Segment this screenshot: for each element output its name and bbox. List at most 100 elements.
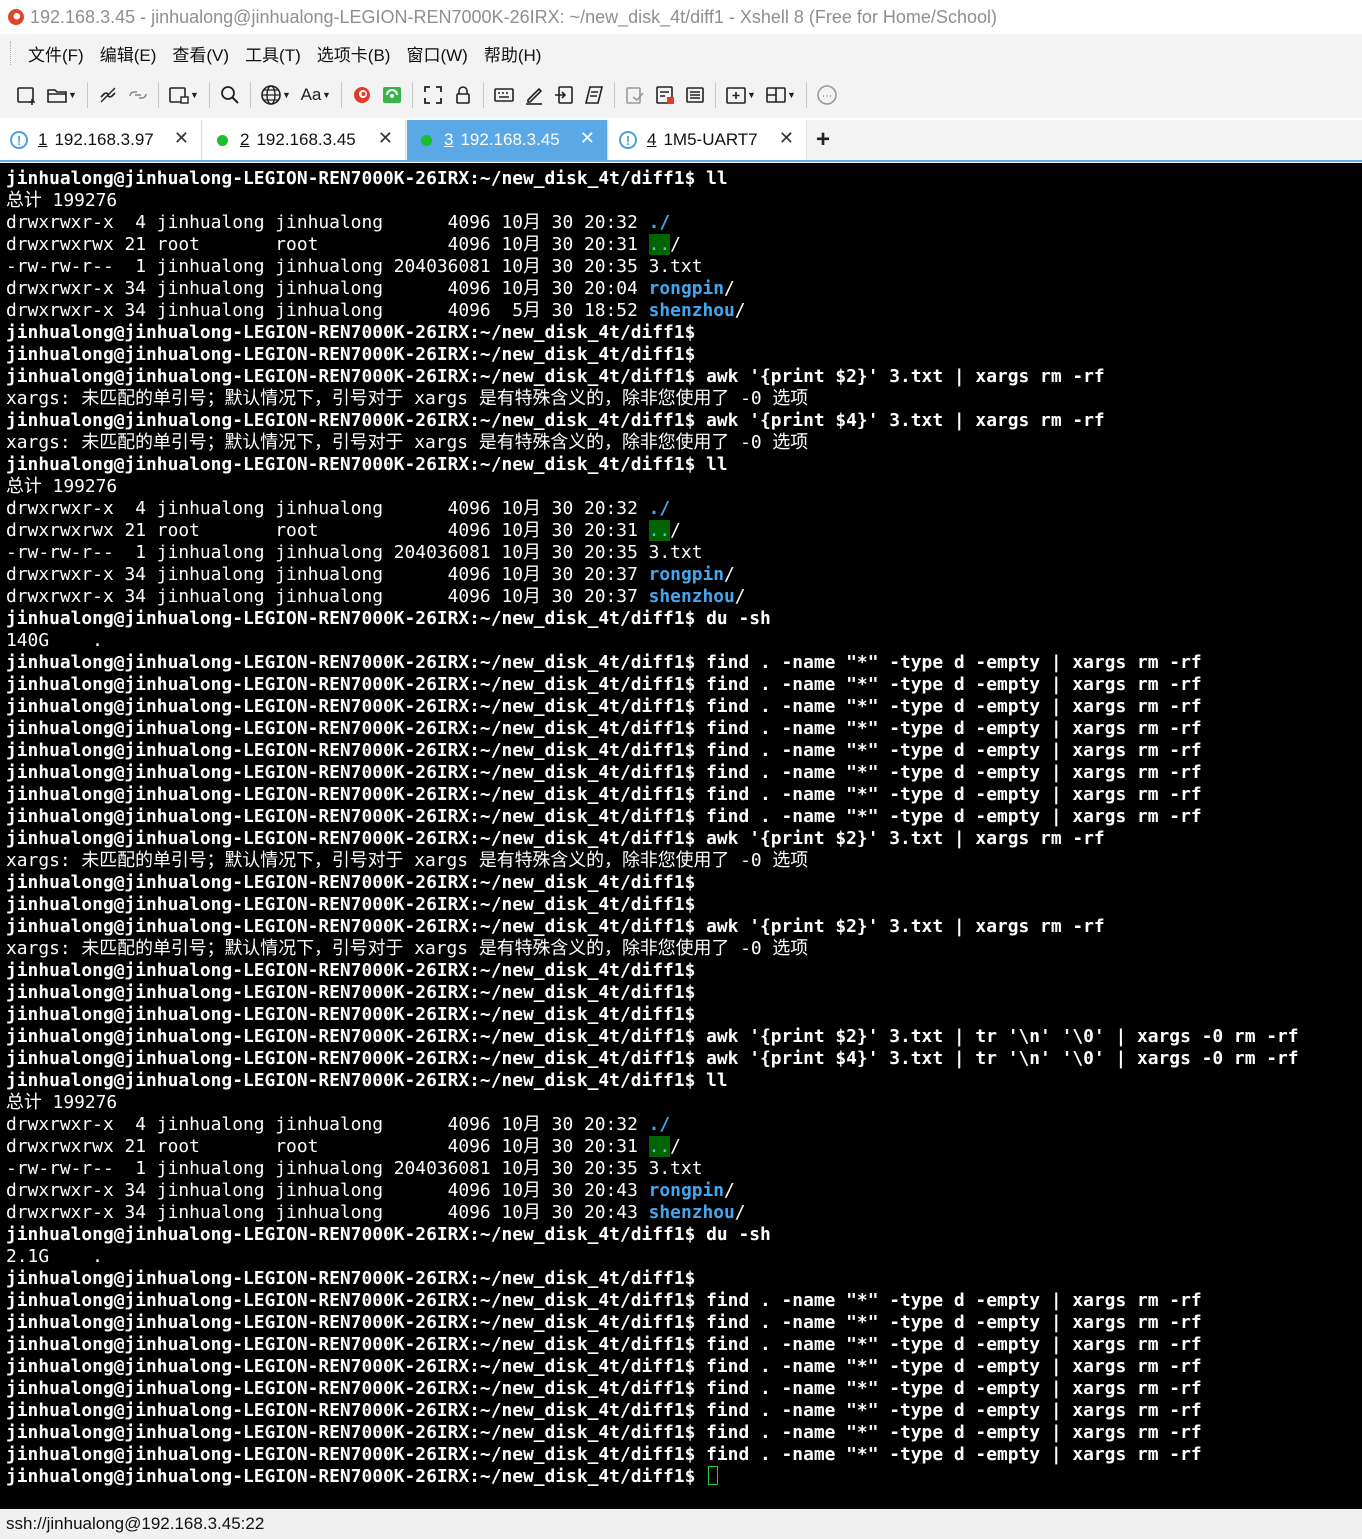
lock-icon[interactable]	[448, 80, 478, 110]
menu-edit[interactable]: 编辑(E)	[92, 41, 165, 66]
terminal-line: jinhualong@jinhualong-LEGION-REN7000K-26…	[6, 1334, 1202, 1355]
log-icon[interactable]	[650, 80, 680, 110]
title-bar: 192.168.3.45 - jinhualong@jinhualong-LEG…	[0, 0, 1362, 34]
disconnect-icon[interactable]	[93, 80, 123, 110]
layout-dropdown-arrow-icon[interactable]: ▼	[787, 90, 797, 100]
terminal-line: jinhualong@jinhualong-LEGION-REN7000K-26…	[6, 1026, 1299, 1047]
terminal-line: jinhualong@jinhualong-LEGION-REN7000K-26…	[6, 1444, 1202, 1465]
new-session-icon[interactable]	[12, 80, 42, 110]
toolbar-separator	[250, 82, 251, 108]
terminal-line: jinhualong@jinhualong-LEGION-REN7000K-26…	[6, 960, 696, 981]
session-tab-3[interactable]: 3 192.168.3.45 ✕	[407, 120, 608, 160]
terminal-line: jinhualong@jinhualong-LEGION-REN7000K-26…	[6, 1268, 696, 1289]
terminal-line: jinhualong@jinhualong-LEGION-REN7000K-26…	[6, 454, 728, 475]
session-dropdown-arrow-icon[interactable]: ▼	[190, 90, 200, 100]
xmanager-icon[interactable]	[377, 80, 407, 110]
connection-status: ssh://jinhualong@192.168.3.45:22	[6, 1514, 265, 1533]
terminal-line: jinhualong@jinhualong-LEGION-REN7000K-26…	[6, 674, 1202, 695]
terminal-output[interactable]: jinhualong@jinhualong-LEGION-REN7000K-26…	[0, 163, 1362, 1509]
terminal-line: drwxrwxrwx 21 root root 4096 10月 30 20:3…	[6, 1136, 681, 1157]
toolbar-separator	[715, 82, 716, 108]
terminal-line: drwxrwxrwx 21 root root 4096 10月 30 20:3…	[6, 234, 681, 255]
terminal-line: jinhualong@jinhualong-LEGION-REN7000K-26…	[6, 1422, 1202, 1443]
toolbar-separator	[341, 82, 342, 108]
terminal-line: jinhualong@jinhualong-LEGION-REN7000K-26…	[6, 740, 1202, 761]
open-dropdown-arrow-icon[interactable]: ▼	[68, 90, 78, 100]
tab-close-icon[interactable]: ✕	[378, 128, 393, 149]
terminal-line: jinhualong@jinhualong-LEGION-REN7000K-26…	[6, 806, 1202, 827]
terminal-line: xargs: 未匹配的单引号；默认情况下，引号对于 xargs 是有特殊含义的，…	[6, 432, 809, 453]
menu-help[interactable]: 帮助(H)	[476, 41, 550, 66]
compose-icon[interactable]	[620, 80, 650, 110]
tab-label: 2 192.168.3.45	[240, 130, 356, 149]
terminal-line: drwxrwxr-x 34 jinhualong jinhualong 4096…	[6, 564, 735, 585]
keyboard-icon[interactable]	[489, 80, 519, 110]
terminal-line: drwxrwxr-x 4 jinhualong jinhualong 4096 …	[6, 212, 671, 233]
session-tab-bar: ! 1 192.168.3.97 ✕ 2 192.168.3.45 ✕ 3 192.1…	[0, 120, 1362, 162]
add-tab-button[interactable]: +	[816, 126, 830, 154]
toolbar-separator	[209, 82, 210, 108]
menu-tabs[interactable]: 选项卡(B)	[309, 41, 399, 66]
terminal-line: jinhualong@jinhualong-LEGION-REN7000K-26…	[6, 916, 1105, 937]
reconnect-icon[interactable]	[123, 80, 153, 110]
terminal-prompt-line[interactable]: jinhualong@jinhualong-LEGION-REN7000K-26…	[6, 1466, 719, 1488]
terminal-line: jinhualong@jinhualong-LEGION-REN7000K-26…	[6, 696, 1202, 717]
font-dropdown-arrow-icon[interactable]: ▼	[322, 90, 332, 100]
terminal-line: drwxrwxr-x 34 jinhualong jinhualong 4096…	[6, 1202, 746, 1223]
connected-status-icon	[217, 134, 228, 146]
script-icon[interactable]	[579, 80, 609, 110]
tab-close-icon[interactable]: ✕	[779, 128, 794, 149]
chat-icon[interactable]	[812, 80, 842, 110]
terminal-line: jinhualong@jinhualong-LEGION-REN7000K-26…	[6, 1048, 1299, 1069]
tab-close-icon[interactable]: ✕	[174, 128, 189, 149]
status-bar: ssh://jinhualong@192.168.3.45:22	[0, 1509, 1362, 1539]
search-icon[interactable]	[215, 80, 245, 110]
toolbar-separator	[87, 82, 88, 108]
xftp-icon[interactable]	[347, 80, 377, 110]
terminal-line: jinhualong@jinhualong-LEGION-REN7000K-26…	[6, 1400, 1202, 1421]
session-tab-2[interactable]: 2 192.168.3.45 ✕	[203, 120, 406, 160]
session-tab-1[interactable]: ! 1 192.168.3.97 ✕	[0, 120, 202, 160]
toolbar-separator	[806, 82, 807, 108]
terminal-line: jinhualong@jinhualong-LEGION-REN7000K-26…	[6, 410, 1105, 431]
terminal-line: -rw-rw-r-- 1 jinhualong jinhualong 20403…	[6, 542, 703, 563]
terminal-line: jinhualong@jinhualong-LEGION-REN7000K-26…	[6, 1004, 696, 1025]
toolbar: ▼ ▼ ▼ Aa ▼ ▼ ▼	[0, 72, 1362, 118]
notes-icon[interactable]	[680, 80, 710, 110]
menu-tools[interactable]: 工具(T)	[237, 41, 309, 66]
terminal-line: drwxrwxr-x 34 jinhualong jinhualong 4096…	[6, 300, 746, 321]
menu-file[interactable]: 文件(F)	[20, 41, 92, 66]
terminal-line: jinhualong@jinhualong-LEGION-REN7000K-26…	[6, 344, 696, 365]
toolbar-separator	[483, 82, 484, 108]
tab-close-icon[interactable]: ✕	[580, 128, 595, 149]
toolbar-separator	[158, 82, 159, 108]
terminal-line: jinhualong@jinhualong-LEGION-REN7000K-26…	[6, 1356, 1202, 1377]
terminal-line: 2.1G .	[6, 1246, 103, 1267]
highlight-icon[interactable]	[519, 80, 549, 110]
tab-label: 1 192.168.3.97	[38, 130, 154, 149]
terminal-line: drwxrwxr-x 34 jinhualong jinhualong 4096…	[6, 1180, 735, 1201]
session-tab-4[interactable]: ! 4 1M5-UART7 ✕	[609, 120, 807, 160]
fullscreen-icon[interactable]	[418, 80, 448, 110]
menu-grip	[10, 41, 14, 65]
terminal-line: jinhualong@jinhualong-LEGION-REN7000K-26…	[6, 168, 728, 189]
terminal-line: 总计 199276	[6, 190, 118, 211]
terminal-line: -rw-rw-r-- 1 jinhualong jinhualong 20403…	[6, 256, 703, 277]
menu-view[interactable]: 查看(V)	[164, 41, 237, 66]
terminal-line: jinhualong@jinhualong-LEGION-REN7000K-26…	[6, 1312, 1202, 1333]
terminal-line: jinhualong@jinhualong-LEGION-REN7000K-26…	[6, 982, 696, 1003]
terminal-line: jinhualong@jinhualong-LEGION-REN7000K-26…	[6, 322, 696, 343]
terminal-line: jinhualong@jinhualong-LEGION-REN7000K-26…	[6, 1224, 771, 1245]
transfer-icon[interactable]	[549, 80, 579, 110]
menu-window[interactable]: 窗口(W)	[398, 41, 475, 66]
terminal-line: jinhualong@jinhualong-LEGION-REN7000K-26…	[6, 828, 1105, 849]
encoding-dropdown-arrow-icon[interactable]: ▼	[282, 90, 292, 100]
terminal-line: 总计 199276	[6, 476, 118, 497]
terminal-line: -rw-rw-r-- 1 jinhualong jinhualong 20403…	[6, 1158, 703, 1179]
terminal-line: jinhualong@jinhualong-LEGION-REN7000K-26…	[6, 784, 1202, 805]
terminal-line: xargs: 未匹配的单引号；默认情况下，引号对于 xargs 是有特殊含义的，…	[6, 938, 809, 959]
terminal-line: drwxrwxr-x 4 jinhualong jinhualong 4096 …	[6, 1114, 671, 1135]
terminal-line: xargs: 未匹配的单引号；默认情况下，引号对于 xargs 是有特殊含义的，…	[6, 388, 809, 409]
new-tab-dropdown-arrow-icon[interactable]: ▼	[747, 90, 757, 100]
terminal-line: jinhualong@jinhualong-LEGION-REN7000K-26…	[6, 1290, 1202, 1311]
